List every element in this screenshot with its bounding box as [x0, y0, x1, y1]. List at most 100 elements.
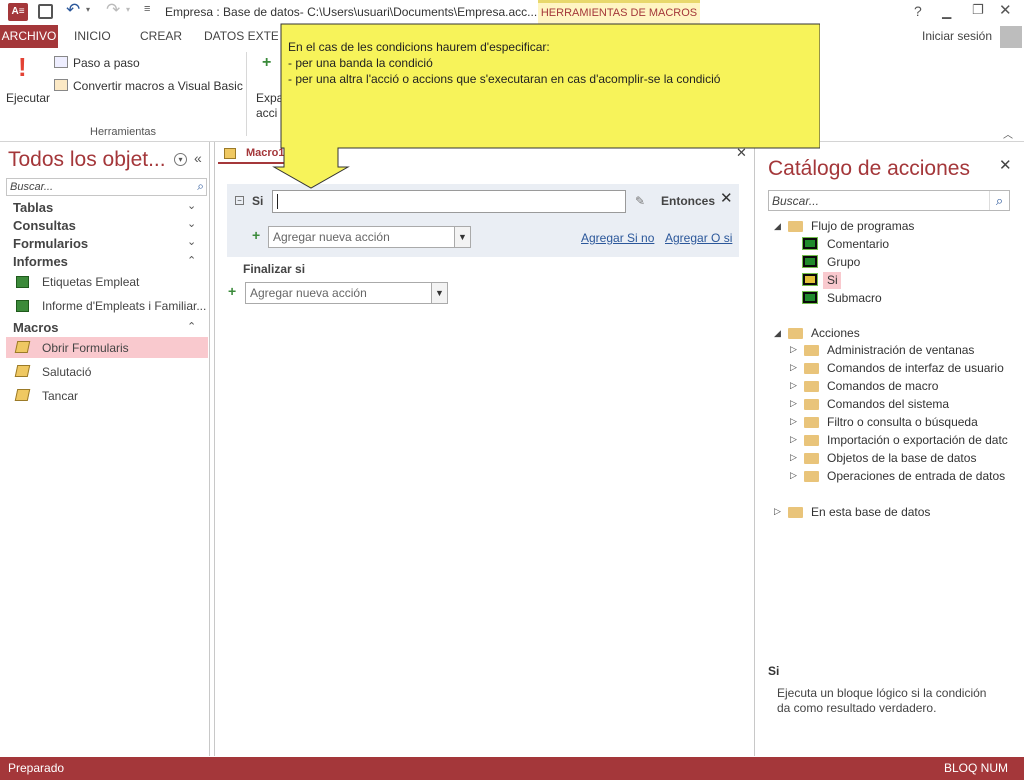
undo-icon[interactable]: ↶	[66, 0, 80, 20]
macro-icon	[14, 389, 31, 401]
tree-node-action-category[interactable]: Operaciones de entrada de datos	[827, 469, 1005, 483]
add-elseif-link[interactable]: Agregar O si	[665, 231, 732, 245]
add-action-combo[interactable]: Agregar nueva acción ▼	[268, 226, 471, 248]
folder-icon	[804, 381, 819, 392]
nav-group-informes[interactable]: Informes	[13, 254, 68, 269]
collapsed-triangle-icon[interactable]: ▷	[790, 398, 797, 409]
tab-archivo[interactable]: ARCHIVO	[0, 25, 58, 48]
nav-group-formularios[interactable]: Formularios	[13, 236, 88, 251]
nav-title[interactable]: Todos los objet...	[8, 148, 166, 172]
expression-builder-icon[interactable]: ✎	[635, 194, 645, 208]
chevron-up-icon[interactable]: ⌃	[187, 320, 196, 333]
description-line: Ejecuta un bloque lógico si la condición	[777, 686, 987, 700]
nav-item-report[interactable]: Etiquetas Empleat	[42, 275, 139, 289]
folder-icon	[804, 471, 819, 482]
collapsed-triangle-icon[interactable]: ▷	[790, 380, 797, 391]
execute-button[interactable]: Ejecutar	[6, 91, 50, 105]
collapse-if-icon[interactable]: −	[235, 196, 244, 205]
tree-node-actions[interactable]: Acciones	[811, 326, 860, 340]
if-label: Si	[252, 194, 264, 208]
add-icon: +	[252, 227, 261, 243]
tree-node-action-category[interactable]: Filtro o consulta o búsqueda	[827, 415, 978, 429]
collapsed-triangle-icon[interactable]: ▷	[774, 506, 781, 517]
expanded-triangle-icon[interactable]: ◢	[774, 221, 781, 232]
tree-node-flow[interactable]: Flujo de programas	[811, 219, 914, 233]
collapse-ribbon-icon[interactable]: ︿	[1003, 126, 1013, 141]
collapsed-triangle-icon[interactable]: ▷	[790, 452, 797, 463]
close-button[interactable]: ✕	[999, 1, 1012, 19]
close-catalog-icon[interactable]: ✕	[999, 156, 1012, 174]
nav-item-macro[interactable]: Salutació	[42, 365, 91, 379]
restore-button[interactable]: ❐	[972, 2, 984, 18]
nav-search-field[interactable]: Buscar... ⌕	[6, 178, 207, 196]
callout-text-3: - per una altra l'acció o accions que s'…	[288, 72, 721, 86]
nav-search-input[interactable]: Buscar...	[10, 181, 53, 193]
execute-icon: !	[18, 52, 27, 82]
chevron-down-icon[interactable]: ▼	[431, 283, 447, 303]
help-button[interactable]: ?	[914, 3, 922, 19]
end-if-label: Finalizar si	[243, 262, 306, 276]
nav-item-report[interactable]: Informe d'Empleats i Familiar...	[42, 299, 206, 313]
add-action-combo-main[interactable]: Agregar nueva acción ▼	[245, 282, 448, 304]
tree-node-action-category[interactable]: Comandos de macro	[827, 379, 938, 393]
tree-item-comment[interactable]: Comentario	[827, 237, 889, 251]
chevron-up-icon[interactable]: ⌃	[187, 254, 196, 267]
tab-datos-externos[interactable]: DATOS EXTERNOS	[196, 26, 278, 48]
search-icon[interactable]: ⌕	[989, 191, 1009, 210]
chevron-down-icon[interactable]: ⌄	[187, 217, 196, 230]
nav-collapse-icon[interactable]: «	[194, 150, 202, 166]
tab-crear[interactable]: CREAR	[132, 26, 190, 48]
tree-node-in-db[interactable]: En esta base de datos	[811, 505, 930, 519]
callout-text-2: - per una banda la condició	[288, 56, 433, 70]
group-icon	[802, 255, 818, 268]
callout-text-1: En el cas de les condicions haurem d'esp…	[288, 40, 550, 54]
search-icon[interactable]: ⌕	[197, 179, 204, 194]
tree-node-action-category[interactable]: Administración de ventanas	[827, 343, 974, 357]
catalog-search-input[interactable]: Buscar...	[772, 194, 819, 208]
expanded-triangle-icon[interactable]: ◢	[774, 328, 781, 339]
redo-dropdown-icon: ▾	[126, 5, 131, 14]
customize-qat-icon[interactable]: ≡	[144, 3, 150, 15]
tree-item-submacro[interactable]: Submacro	[827, 291, 882, 305]
add-else-link[interactable]: Agregar Si no	[581, 231, 654, 245]
nav-item-macro[interactable]: Tancar	[42, 389, 78, 403]
tree-node-action-category[interactable]: Importación o exportación de datc	[827, 433, 1008, 447]
tree-item-if[interactable]: Si	[827, 273, 838, 287]
macro-designer: Macro1 ✕ − Si ✎ Entonces ✕ + Agregar nue…	[214, 142, 752, 756]
collapsed-triangle-icon[interactable]: ▷	[790, 434, 797, 445]
tree-item-group[interactable]: Grupo	[827, 255, 860, 269]
nav-group-consultas[interactable]: Consultas	[13, 218, 76, 233]
undo-dropdown-icon[interactable]: ▾	[86, 5, 90, 14]
chevron-down-icon[interactable]: ▼	[454, 227, 470, 247]
nav-menu-chevron-icon[interactable]: ▾	[174, 153, 187, 166]
nav-group-tablas[interactable]: Tablas	[13, 200, 53, 215]
folder-icon	[804, 345, 819, 356]
chevron-down-icon[interactable]: ⌄	[187, 235, 196, 248]
condition-input[interactable]	[272, 190, 626, 213]
collapsed-triangle-icon[interactable]: ▷	[790, 416, 797, 427]
tab-inicio[interactable]: INICIO	[66, 26, 119, 48]
description-line: da como resultado verdadero.	[777, 701, 937, 715]
catalog-search-field[interactable]: Buscar... ⌕	[768, 190, 1010, 211]
nav-item-macro[interactable]: Obrir Formularis	[42, 341, 129, 355]
description-title: Si	[768, 664, 780, 678]
minimize-button[interactable]: ▁	[942, 5, 951, 19]
collapsed-triangle-icon[interactable]: ▷	[790, 344, 797, 355]
add-icon: +	[228, 283, 237, 299]
sign-in-link[interactable]: Iniciar sesión	[922, 29, 992, 43]
tree-node-action-category[interactable]: Comandos del sistema	[827, 397, 949, 411]
tree-node-action-category[interactable]: Comandos de interfaz de usuario	[827, 361, 1004, 375]
tree-node-action-category[interactable]: Objetos de la base de datos	[827, 451, 976, 465]
save-icon[interactable]	[38, 4, 53, 19]
convert-button[interactable]: Convertir macros a Visual Basic	[73, 79, 243, 93]
collapsed-triangle-icon[interactable]: ▷	[790, 362, 797, 373]
add-action-combo-text: Agregar nueva acción	[273, 230, 390, 244]
redo-icon: ↷	[106, 0, 121, 19]
step-button[interactable]: Paso a paso	[73, 56, 140, 70]
if-icon	[802, 273, 818, 286]
folder-icon	[804, 417, 819, 428]
collapsed-triangle-icon[interactable]: ▷	[790, 470, 797, 481]
nav-group-macros[interactable]: Macros	[13, 320, 59, 335]
macro-icon	[14, 365, 31, 377]
chevron-down-icon[interactable]: ⌄	[187, 199, 196, 212]
